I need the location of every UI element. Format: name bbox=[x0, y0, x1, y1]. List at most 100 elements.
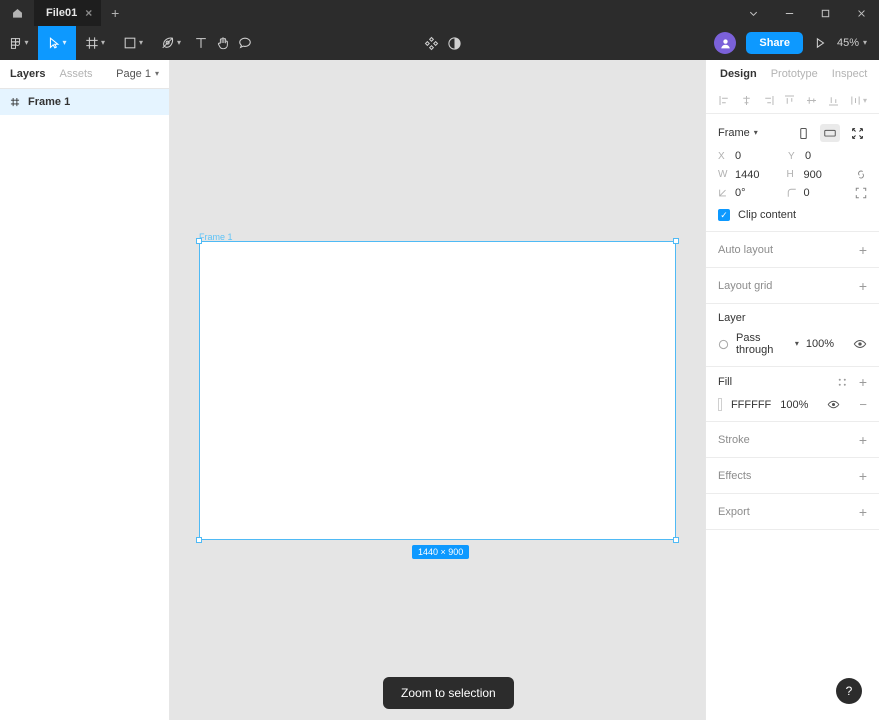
window-chevron-button[interactable] bbox=[735, 0, 771, 26]
design-panel: Design Prototype Inspect ▾ Frame ▾ X 0 Y… bbox=[705, 60, 879, 720]
fill-section-header: Fill + bbox=[718, 375, 867, 389]
selection-dimensions-badge: 1440 × 900 bbox=[412, 545, 470, 559]
add-auto-layout-button[interactable]: + bbox=[859, 243, 867, 257]
page-selector[interactable]: Page 1 ▾ bbox=[116, 68, 159, 80]
add-effect-button[interactable]: + bbox=[859, 469, 867, 483]
layer-opacity-value[interactable]: 100% bbox=[806, 338, 834, 350]
frame-type-selector[interactable]: Frame ▾ bbox=[718, 127, 758, 139]
dark-mode-button[interactable] bbox=[443, 26, 466, 60]
y-field[interactable]: Y 0 bbox=[788, 150, 858, 162]
minimize-button[interactable] bbox=[771, 0, 807, 26]
export-label: Export bbox=[718, 505, 750, 518]
design-canvas[interactable]: Frame 1 1440 × 900 Zoom to selection bbox=[170, 60, 705, 720]
frame-tool-button[interactable]: ▾ bbox=[76, 26, 114, 60]
chevron-down-icon[interactable]: ▾ bbox=[101, 39, 105, 47]
maximize-button[interactable] bbox=[807, 0, 843, 26]
corner-radius-field[interactable]: 0 bbox=[787, 187, 856, 199]
effects-label: Effects bbox=[718, 469, 752, 482]
align-horizontal-center-button[interactable] bbox=[740, 94, 753, 107]
add-layout-grid-button[interactable]: + bbox=[859, 279, 867, 293]
chevron-down-icon: ▾ bbox=[862, 38, 867, 47]
remove-fill-button[interactable]: − bbox=[859, 398, 867, 411]
user-icon bbox=[721, 38, 730, 48]
tab-assets[interactable]: Assets bbox=[59, 68, 92, 80]
clip-content-checkbox[interactable]: ✓ bbox=[718, 209, 730, 221]
tab-inspect[interactable]: Inspect bbox=[832, 68, 867, 80]
window-close-button[interactable] bbox=[843, 0, 879, 26]
distribute-more-icon bbox=[851, 96, 860, 105]
chevron-down-icon[interactable]: ▾ bbox=[24, 39, 28, 47]
fill-visibility-button[interactable] bbox=[827, 398, 840, 411]
align-bottom-button[interactable] bbox=[827, 94, 840, 107]
orientation-landscape-button[interactable] bbox=[820, 124, 840, 142]
selection-handle-bottom-right[interactable] bbox=[673, 537, 679, 543]
new-tab-button[interactable]: + bbox=[101, 0, 129, 26]
fill-styles-icon bbox=[838, 378, 846, 386]
align-right-button[interactable] bbox=[762, 94, 775, 107]
position-fields: X 0 Y 0 bbox=[718, 150, 867, 162]
zoom-level-button[interactable]: 45% ▾ bbox=[837, 37, 867, 49]
window-controls bbox=[735, 0, 879, 26]
clip-content-row[interactable]: ✓ Clip content bbox=[718, 209, 867, 221]
add-stroke-button[interactable]: + bbox=[859, 433, 867, 447]
frame-icon bbox=[10, 97, 20, 107]
align-top-button[interactable] bbox=[783, 94, 796, 107]
text-tool-icon bbox=[194, 36, 208, 50]
distribute-more-button[interactable]: ▾ bbox=[849, 94, 867, 107]
fill-hex-value[interactable]: FFFFFF bbox=[731, 399, 771, 411]
shape-tool-button[interactable]: ▾ bbox=[114, 26, 152, 60]
frame-orientation-group bbox=[793, 124, 867, 142]
layer-visibility-button[interactable] bbox=[853, 337, 867, 351]
present-button[interactable] bbox=[813, 36, 827, 50]
chevron-down-icon[interactable]: ▾ bbox=[139, 39, 143, 47]
height-field[interactable]: H 900 bbox=[787, 169, 856, 181]
selection-handle-bottom-left[interactable] bbox=[196, 537, 202, 543]
chevron-down-icon[interactable]: ▾ bbox=[62, 39, 66, 47]
stroke-section: Stroke + bbox=[706, 422, 879, 458]
independent-corners-button[interactable] bbox=[855, 187, 867, 199]
chevron-down-icon[interactable]: ▾ bbox=[177, 39, 181, 47]
share-button[interactable]: Share bbox=[746, 32, 803, 54]
figma-menu-icon bbox=[9, 37, 22, 50]
constrain-proportions-button[interactable] bbox=[855, 168, 867, 181]
x-field[interactable]: X 0 bbox=[718, 150, 788, 162]
home-button[interactable] bbox=[0, 0, 34, 26]
resize-to-fit-button[interactable] bbox=[847, 124, 867, 142]
blend-mode-selector[interactable]: Pass through ▾ bbox=[736, 332, 799, 356]
tab-prototype[interactable]: Prototype bbox=[771, 68, 818, 80]
avatar[interactable] bbox=[714, 32, 737, 54]
plugins-button[interactable] bbox=[420, 26, 443, 60]
y-field-value: 0 bbox=[805, 150, 812, 162]
width-field[interactable]: W 1440 bbox=[718, 169, 787, 181]
move-tool-button[interactable]: ▾ bbox=[38, 26, 76, 60]
tab-design[interactable]: Design bbox=[720, 68, 757, 80]
align-left-button[interactable] bbox=[718, 94, 731, 107]
add-export-button[interactable]: + bbox=[859, 505, 867, 519]
tab-layers[interactable]: Layers bbox=[10, 68, 45, 80]
align-vertical-center-button[interactable] bbox=[805, 94, 818, 107]
main-toolbar: ▾ ▾ ▾ ▾ ▾ Share 45% ▾ bbox=[0, 26, 879, 60]
rotation-field-value: 0° bbox=[735, 187, 746, 199]
text-tool-button[interactable] bbox=[190, 26, 212, 60]
comment-tool-button[interactable] bbox=[234, 26, 256, 60]
size-fields: W 1440 H 900 bbox=[718, 168, 867, 181]
help-button[interactable]: ? bbox=[836, 678, 862, 704]
align-left-icon bbox=[719, 96, 728, 105]
fill-opacity-value[interactable]: 100% bbox=[780, 399, 808, 411]
selection-handle-top-right[interactable] bbox=[673, 238, 679, 244]
canvas-frame-1[interactable] bbox=[199, 241, 676, 540]
orientation-portrait-button[interactable] bbox=[793, 124, 813, 142]
maximize-icon bbox=[821, 9, 829, 17]
fill-styles-button[interactable] bbox=[837, 377, 848, 388]
close-icon[interactable]: × bbox=[85, 7, 92, 19]
add-fill-button[interactable]: + bbox=[859, 375, 867, 389]
selection-handle-top-left[interactable] bbox=[196, 238, 202, 244]
layer-list-item-frame-1[interactable]: Frame 1 bbox=[0, 89, 169, 115]
hand-tool-button[interactable] bbox=[212, 26, 234, 60]
resize-to-fit-icon bbox=[851, 127, 863, 139]
rotation-field[interactable]: 0° bbox=[718, 187, 787, 199]
pen-tool-button[interactable]: ▾ bbox=[152, 26, 190, 60]
figma-menu-button[interactable]: ▾ bbox=[0, 26, 38, 60]
file-tab[interactable]: File01 × bbox=[34, 0, 102, 26]
fill-color-swatch[interactable] bbox=[718, 398, 722, 411]
